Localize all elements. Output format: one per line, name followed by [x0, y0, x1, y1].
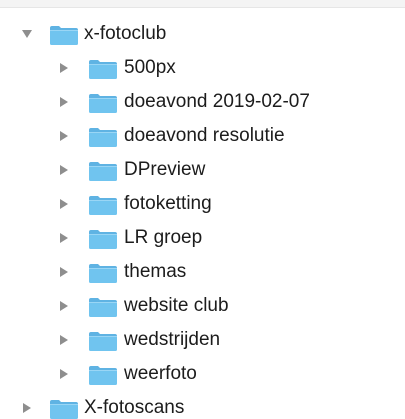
tree-row-doeavond-2019-02-07[interactable]: doeavond 2019-02-07 [0, 85, 405, 119]
tree-row-x-fotoclub[interactable]: x-fotoclub [0, 17, 405, 51]
folder-label: doeavond resolutie [124, 125, 285, 146]
folder-label: 500px [124, 57, 176, 78]
disclosure-triangle-right-icon[interactable] [57, 197, 71, 211]
folder-icon [88, 296, 118, 318]
disclosure-triangle-right-icon[interactable] [57, 265, 71, 279]
disclosure-triangle-right-icon[interactable] [57, 299, 71, 313]
folder-icon [88, 262, 118, 284]
tree-row-dpreview[interactable]: DPreview [0, 153, 405, 187]
disclosure-triangle-right-icon[interactable] [57, 163, 71, 177]
folder-icon [88, 160, 118, 182]
disclosure-triangle-right-icon[interactable] [57, 61, 71, 75]
folder-icon [88, 126, 118, 148]
tree-row-website-club[interactable]: website club [0, 289, 405, 323]
top-divider [0, 0, 405, 8]
folder-label: weerfoto [124, 363, 197, 384]
folder-icon [88, 92, 118, 114]
folder-icon [88, 58, 118, 80]
folder-label: fotoketting [124, 193, 212, 214]
disclosure-triangle-right-icon[interactable] [57, 367, 71, 381]
folder-label: X-fotoscans [84, 397, 185, 418]
folder-label: doeavond 2019-02-07 [124, 91, 310, 112]
tree-row-fotoketting[interactable]: fotoketting [0, 187, 405, 221]
tree-row-x-fotoscans[interactable]: X-fotoscans [0, 391, 405, 419]
folder-icon [49, 24, 79, 46]
folder-label: DPreview [124, 159, 206, 180]
folder-icon [88, 194, 118, 216]
disclosure-triangle-right-icon[interactable] [57, 231, 71, 245]
folder-tree: x-fotoclub 500px doeavond 2019-02-07 doe… [0, 0, 405, 419]
disclosure-triangle-down-icon[interactable] [20, 27, 34, 41]
folder-label: LR groep [124, 227, 203, 248]
folder-label: themas [124, 261, 187, 282]
tree-row-doeavond-resolutie[interactable]: doeavond resolutie [0, 119, 405, 153]
tree-row-wedstrijden[interactable]: wedstrijden [0, 323, 405, 357]
folder-label: wedstrijden [124, 329, 221, 350]
folder-label: website club [124, 295, 229, 316]
disclosure-triangle-right-icon[interactable] [57, 129, 71, 143]
disclosure-triangle-right-icon[interactable] [57, 95, 71, 109]
disclosure-triangle-right-icon[interactable] [57, 333, 71, 347]
tree-row-weerfoto[interactable]: weerfoto [0, 357, 405, 391]
folder-icon [88, 228, 118, 250]
tree-row-500px[interactable]: 500px [0, 51, 405, 85]
folder-label: x-fotoclub [84, 23, 167, 44]
folder-icon [49, 398, 79, 419]
folder-icon [88, 330, 118, 352]
tree-row-lr-groep[interactable]: LR groep [0, 221, 405, 255]
tree-row-themas[interactable]: themas [0, 255, 405, 289]
folder-icon [88, 364, 118, 386]
disclosure-triangle-right-icon[interactable] [20, 401, 34, 415]
